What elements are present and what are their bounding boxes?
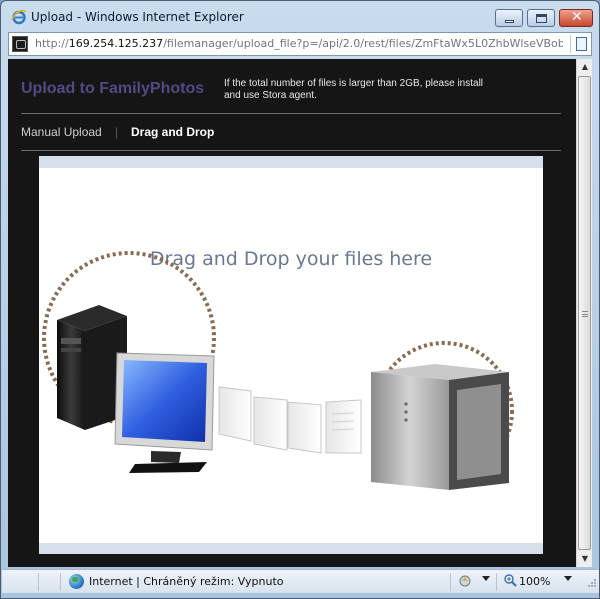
status-divider	[60, 573, 61, 591]
minimize-button[interactable]	[495, 9, 523, 27]
scroll-grip-icon	[582, 311, 588, 317]
browser-window: Upload - Windows Internet Explorer ✕ htt…	[0, 0, 600, 599]
close-icon: ✕	[571, 9, 583, 25]
maximize-button[interactable]	[527, 9, 555, 27]
tab-manual-upload[interactable]: Manual Upload	[21, 125, 102, 139]
storage-server-icon	[371, 364, 509, 490]
page-title: Upload to FamilyPhotos	[21, 80, 205, 97]
url-prefix: http://	[35, 37, 69, 50]
scroll-thumb[interactable]	[578, 76, 591, 550]
divider	[21, 150, 561, 151]
resize-grip-icon[interactable]	[587, 578, 597, 588]
vertical-scrollbar[interactable]: ▲ ▼	[576, 59, 592, 567]
tab-drag-and-drop[interactable]: Drag and Drop	[131, 125, 214, 139]
zoom-level[interactable]: 100%	[519, 575, 550, 588]
tab-separator: |	[115, 125, 119, 139]
status-divider	[38, 573, 39, 591]
protected-mode-dropdown-icon[interactable]	[482, 576, 490, 581]
size-note: If the total number of files is larger t…	[224, 78, 484, 101]
scroll-down-button[interactable]: ▼	[577, 551, 593, 567]
address-bar[interactable]: http://169.254.125.237/filemanager/uploa…	[8, 32, 592, 56]
page-icon	[12, 36, 28, 52]
globe-icon	[69, 574, 84, 589]
zoom-dropdown-icon[interactable]	[564, 576, 572, 581]
security-zone-label[interactable]: Internet | Chráněný režim: Vypnuto	[89, 575, 284, 588]
url-path: /filemanager/upload_file?p=/api/2.0/rest…	[163, 37, 563, 50]
drop-zone[interactable]: Drag and Drop your files here	[39, 156, 543, 554]
page-content: Upload to FamilyPhotos If the total numb…	[8, 59, 576, 567]
maximize-icon	[536, 14, 547, 23]
title-bar: Upload - Windows Internet Explorer ✕	[1, 1, 599, 31]
status-divider	[496, 573, 497, 591]
protected-mode-icon[interactable]	[459, 574, 473, 588]
ie-logo-icon	[11, 9, 27, 25]
address-url[interactable]: http://169.254.125.237/filemanager/uploa…	[35, 37, 563, 50]
status-divider	[450, 573, 451, 591]
divider	[21, 113, 561, 114]
compatibility-view-icon[interactable]	[570, 35, 588, 53]
zoom-icon[interactable]	[504, 574, 517, 587]
minimize-icon	[505, 20, 514, 23]
status-bar: Internet | Chráněný režim: Vypnuto 100%	[2, 569, 599, 593]
transfer-illustration	[42, 251, 514, 490]
close-button[interactable]: ✕	[559, 9, 593, 27]
monitor-icon	[114, 352, 215, 473]
window-title: Upload - Windows Internet Explorer	[31, 10, 244, 24]
drop-zone-panel[interactable]: Drag and Drop your files here	[39, 168, 543, 543]
document-pages-icon	[218, 386, 362, 454]
url-host: 169.254.125.237	[68, 37, 164, 50]
scroll-up-button[interactable]: ▲	[577, 59, 593, 75]
